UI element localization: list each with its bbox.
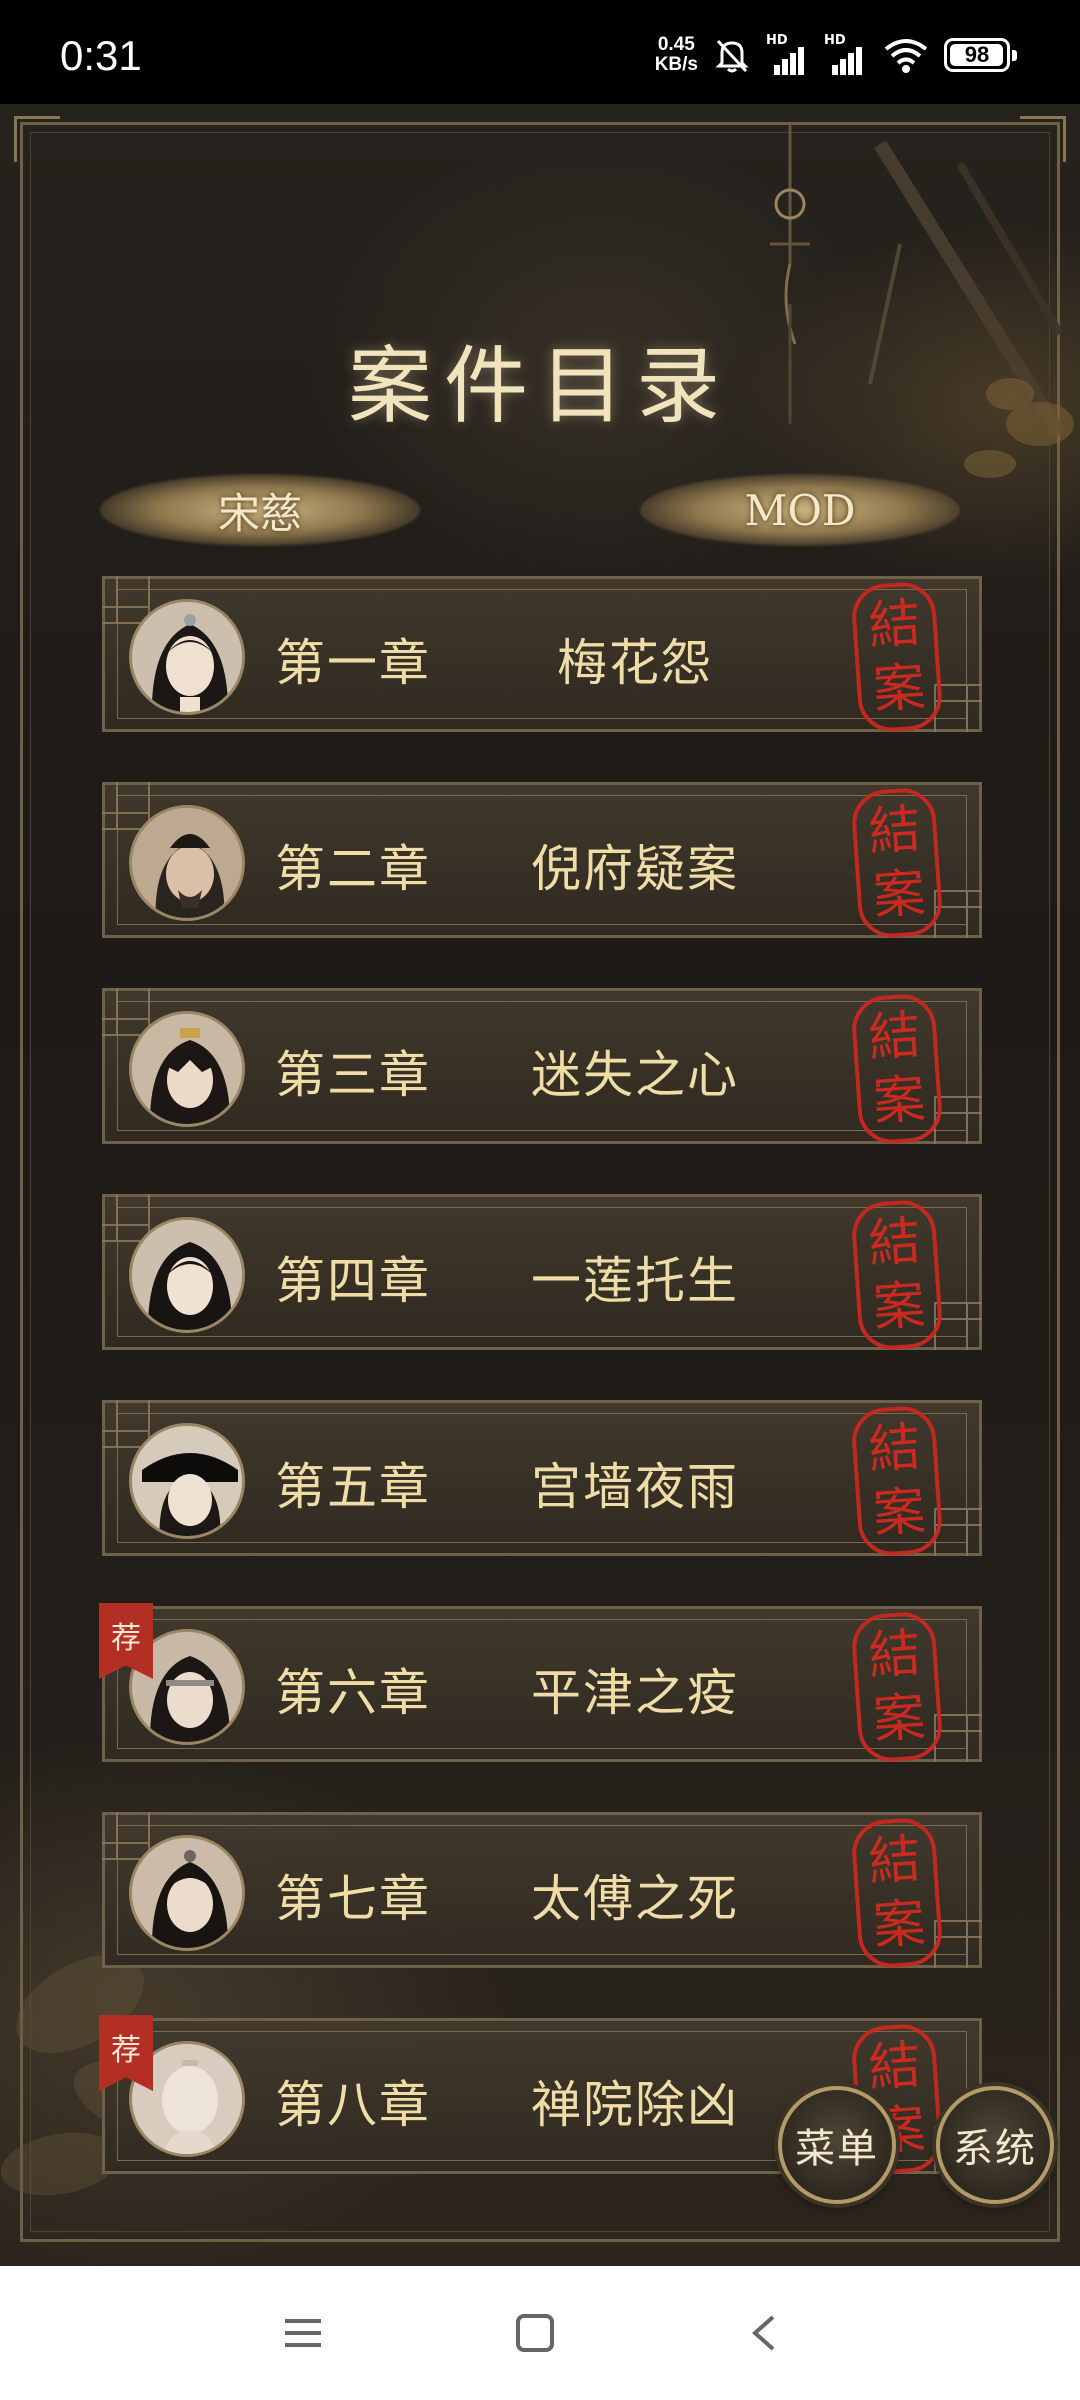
seal-char: 案 — [871, 1687, 928, 1751]
closed-case-seal: 結 案 — [849, 1816, 945, 1970]
chapter-title: 一莲托生 — [531, 1252, 739, 1310]
page-title: 案件目录 — [347, 337, 732, 435]
chapter-card-1[interactable]: 第一章 梅花怨 結 案 — [102, 576, 982, 734]
square-home-icon — [516, 2314, 554, 2352]
chapter-number: 第二章 — [275, 840, 431, 898]
back-button[interactable] — [730, 2298, 800, 2368]
seal-char: 結 — [866, 593, 923, 657]
chapter-title: 梅花怨 — [557, 634, 713, 692]
seal-char: 結 — [866, 1623, 923, 1687]
chapter-card-3[interactable]: 第三章 迷失之心 結 案 — [102, 988, 982, 1146]
chapter-avatar — [129, 805, 245, 921]
closed-case-seal: 結 案 — [849, 786, 945, 940]
chapter-card-2[interactable]: 第二章 倪府疑案 結 案 — [102, 782, 982, 940]
seal-char: 案 — [871, 1069, 928, 1133]
chapter-title: 平津之疫 — [531, 1664, 739, 1722]
chapter-number: 第五章 — [275, 1458, 431, 1516]
seal-char: 結 — [866, 1829, 923, 1893]
signal-icon-1: HD — [766, 33, 810, 75]
seal-char: 結 — [866, 1417, 923, 1481]
hd-label-2: HD — [824, 33, 846, 48]
network-speed: 0.45 KB/s — [655, 35, 698, 75]
chapter-title: 宫墙夜雨 — [531, 1458, 739, 1516]
status-time: 0:31 — [60, 32, 142, 79]
battery-icon: 98 — [944, 38, 1017, 72]
chapter-number: 第四章 — [275, 1252, 431, 1310]
chapter-number: 第六章 — [275, 1664, 431, 1722]
chapter-title: 禅院除凶 — [531, 2076, 739, 2134]
chapter-number: 第三章 — [275, 1046, 431, 1104]
system-button[interactable]: 系统 — [936, 2086, 1054, 2204]
closed-case-seal: 結 案 — [849, 1198, 945, 1352]
network-speed-value: 0.45 — [657, 34, 695, 55]
hd-label-1: HD — [766, 33, 788, 48]
tab-songci-label: 宋慈 — [217, 488, 302, 538]
chapter-avatar — [129, 599, 245, 715]
chapter-card-6[interactable]: 荐 第六章 平津之疫 結 案 — [99, 1603, 982, 1764]
seal-char: 案 — [871, 1275, 928, 1339]
seal-char: 案 — [871, 1893, 928, 1957]
network-speed-unit: KB/s — [654, 54, 698, 75]
chapter-avatar — [129, 1217, 245, 1333]
tab-songci[interactable]: 宋慈 — [100, 464, 420, 556]
seal-char: 案 — [871, 863, 928, 927]
back-chevron-icon — [751, 2315, 775, 2351]
wifi-icon — [882, 35, 930, 75]
chapter-title: 倪府疑案 — [531, 840, 739, 898]
mute-icon — [712, 35, 752, 75]
seal-char: 案 — [871, 657, 928, 721]
status-icons: 0.45 KB/s HD HD 98 — [655, 30, 1017, 80]
tab-mod-label: MOD — [744, 485, 856, 535]
closed-case-seal: 結 案 — [849, 580, 945, 734]
navigation-bar — [0, 2266, 1080, 2400]
menu-button[interactable]: 菜单 — [778, 2086, 896, 2204]
screen: 0:31 0.45 KB/s HD HD 98 案件目录 宋慈 MOD 第一章 … — [0, 0, 1080, 2400]
game-area: 案件目录 宋慈 MOD 第一章 梅花怨 結 案 第二章 倪府疑案 結 案 第三章… — [0, 104, 1080, 2266]
seal-char: 結 — [866, 1005, 923, 1069]
seal-char: 結 — [866, 2035, 923, 2099]
chapter-avatar — [129, 1835, 245, 1951]
closed-case-seal: 結 案 — [849, 1404, 945, 1558]
chapter-avatar — [129, 1423, 245, 1539]
chapter-card-4[interactable]: 第四章 一莲托生 結 案 — [102, 1194, 982, 1352]
menu-icon — [285, 2319, 321, 2347]
seal-char: 結 — [866, 1211, 923, 1275]
signal-icon-2: HD — [824, 33, 868, 75]
chapter-card-7[interactable]: 第七章 太傅之死 結 案 — [102, 1812, 982, 1970]
home-button[interactable] — [500, 2298, 570, 2368]
chapter-number: 第七章 — [275, 1870, 431, 1928]
recent-apps-button[interactable] — [268, 2298, 338, 2368]
chapter-title: 迷失之心 — [531, 1046, 739, 1104]
status-bar: 0:31 0.45 KB/s HD HD 98 — [0, 0, 1080, 104]
chapter-avatar — [129, 1011, 245, 1127]
chapter-number: 第八章 — [275, 2076, 431, 2134]
seal-char: 案 — [871, 1481, 928, 1545]
chapter-title: 太傅之死 — [531, 1870, 739, 1928]
closed-case-seal: 結 案 — [849, 1610, 945, 1764]
tab-mod[interactable]: MOD — [640, 464, 960, 556]
chapter-number: 第一章 — [275, 634, 431, 692]
chapter-card-5[interactable]: 第五章 宫墙夜雨 結 案 — [102, 1400, 982, 1558]
closed-case-seal: 結 案 — [849, 992, 945, 1146]
seal-char: 結 — [866, 799, 923, 863]
battery-level: 98 — [964, 42, 990, 67]
